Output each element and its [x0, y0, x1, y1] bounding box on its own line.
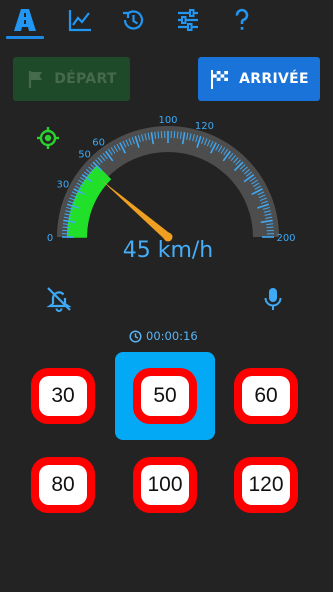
speed-limit-value: 80 — [51, 473, 75, 496]
speed-limit-sign: 30 — [31, 368, 95, 424]
tab-help[interactable] — [219, 0, 265, 40]
tab-chart[interactable] — [57, 0, 103, 40]
gps-target-icon — [37, 127, 59, 149]
tab-bar — [0, 0, 333, 40]
tab-settings[interactable] — [165, 0, 211, 40]
arrivee-button[interactable]: ARRIVÉE — [198, 57, 320, 101]
speed-limit-sign: 50 — [133, 368, 197, 424]
speed-limit-value: 60 — [254, 384, 278, 407]
gauge-needle — [101, 179, 173, 242]
chart-icon — [68, 10, 91, 32]
tab-road[interactable] — [2, 0, 48, 40]
settings-sliders-icon — [178, 9, 198, 31]
needle-pointer — [101, 179, 171, 241]
speed-limit-sign: 100 — [133, 457, 197, 513]
minor-tick — [176, 131, 179, 139]
arrivee-label: ARRIVÉE — [239, 71, 309, 87]
current-speed-display: 45 km/h — [122, 238, 214, 263]
tick-label: 200 — [276, 233, 295, 244]
bell-off-icon — [46, 287, 72, 312]
speed-limit-sign: 60 — [234, 368, 298, 424]
speed-limit-value: 120 — [248, 473, 284, 496]
road-icon — [14, 9, 36, 31]
speed-limit-60[interactable]: 60 — [230, 360, 302, 432]
timer-value: 00:00:16 — [146, 329, 198, 343]
speed-limit-value: 30 — [51, 384, 75, 407]
speed-limit-sign: 120 — [234, 457, 298, 513]
tick-label: 30 — [56, 179, 69, 190]
mute-toggle[interactable] — [45, 285, 73, 317]
flag-icon — [29, 71, 43, 88]
voice-input[interactable] — [260, 286, 286, 316]
tick-label: 0 — [47, 233, 53, 244]
gps-status[interactable] — [36, 126, 60, 154]
tick-label: 50 — [78, 150, 91, 161]
depart-button[interactable]: DÉPART — [13, 57, 130, 101]
trip-timer: 00:00:16 — [129, 329, 198, 343]
speed-limit-30[interactable]: 30 — [27, 360, 99, 432]
minor-tick — [62, 226, 70, 229]
tick-label: 120 — [195, 121, 214, 132]
minor-tick — [157, 131, 160, 139]
tick-label: 100 — [158, 115, 177, 126]
history-icon — [123, 10, 144, 30]
checkered-flag-icon — [211, 70, 229, 89]
speed-limit-value: 100 — [147, 473, 183, 496]
speed-limit-sign: 80 — [31, 457, 95, 513]
speed-limit-100[interactable]: 100 — [129, 449, 201, 521]
speed-zone-arc — [66, 165, 112, 238]
speed-limit-50-selected[interactable]: 50 — [115, 352, 215, 440]
clock-icon — [129, 329, 142, 343]
tick-label: 60 — [92, 138, 105, 149]
depart-label: DÉPART — [54, 71, 117, 87]
minor-tick — [266, 226, 274, 229]
active-tab-indicator — [6, 36, 44, 39]
speed-limit-80[interactable]: 80 — [27, 449, 99, 521]
help-icon — [235, 8, 249, 30]
microphone-icon — [264, 288, 282, 310]
speed-limit-120[interactable]: 120 — [230, 449, 302, 521]
tab-history[interactable] — [110, 0, 156, 40]
speed-limit-value: 50 — [153, 384, 177, 407]
